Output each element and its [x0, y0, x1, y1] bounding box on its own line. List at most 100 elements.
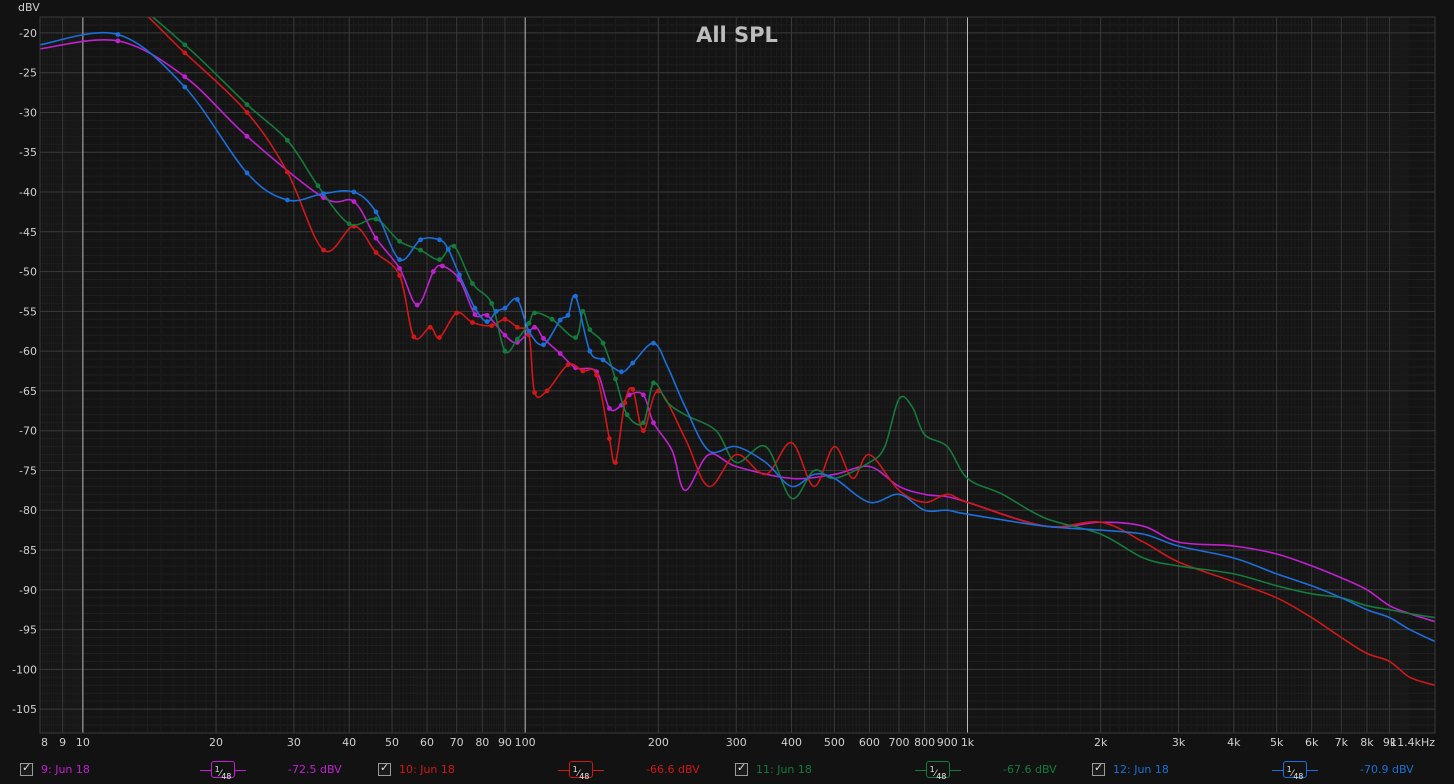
data-point: [321, 247, 326, 253]
data-point: [651, 420, 656, 426]
data-point: [651, 380, 656, 386]
smoothing-control[interactable]: 1⁄48: [1272, 761, 1318, 781]
data-point: [484, 319, 490, 325]
data-point: [613, 460, 618, 465]
x-tick-label: 200: [648, 736, 669, 749]
y-tick-label: -85: [19, 544, 37, 557]
legend-readout: -70.9 dBV: [1360, 763, 1414, 776]
x-tick-label: 5k: [1270, 736, 1284, 749]
legend-readout: -66.6 dBV: [646, 763, 700, 776]
data-point: [526, 328, 532, 334]
data-point: [541, 342, 546, 348]
data-point: [618, 369, 624, 375]
data-point: [502, 305, 508, 311]
x-tick-label: 9: [59, 736, 66, 749]
x-tick-label: 800: [914, 736, 935, 749]
x-tick-label: 6k: [1305, 736, 1319, 749]
data-point: [651, 340, 656, 346]
data-point: [630, 360, 636, 366]
y-tick-label: -55: [19, 305, 37, 318]
data-point: [472, 305, 478, 311]
x-tick-label: 900: [937, 736, 958, 749]
data-point: [182, 50, 188, 56]
legend-name: 12: Jun 18: [1113, 763, 1169, 776]
data-point: [456, 272, 462, 278]
visibility-checkbox[interactable]: [1092, 761, 1105, 776]
x-tick-label: 11.4kHz: [1390, 736, 1435, 749]
smoothing-control[interactable]: 1⁄48: [200, 761, 246, 781]
x-tick-label: 60: [420, 736, 434, 749]
data-point: [600, 340, 606, 346]
y-tick-label: -100: [12, 663, 37, 676]
legend-readout: -72.5 dBV: [288, 763, 342, 776]
smoothing-label: 1⁄48: [211, 761, 235, 781]
x-tick-label: 600: [859, 736, 880, 749]
data-point: [514, 336, 520, 342]
data-point: [437, 335, 442, 341]
data-point: [454, 310, 460, 316]
x-tick-label: 10: [76, 736, 90, 749]
y-tick-label: -50: [19, 266, 37, 279]
data-point: [397, 238, 402, 244]
data-point: [514, 297, 520, 302]
data-point: [541, 336, 546, 341]
data-point: [244, 170, 250, 176]
x-tick-label: 2k: [1094, 736, 1108, 749]
x-tick-label: 1k: [961, 736, 975, 749]
data-point: [182, 84, 188, 90]
data-point: [437, 237, 442, 243]
data-point: [115, 32, 121, 37]
data-point: [182, 74, 188, 80]
x-tick-label: 40: [342, 736, 356, 749]
x-tick-label: 700: [888, 736, 909, 749]
y-tick-label: -30: [19, 106, 37, 119]
data-point: [573, 293, 578, 299]
data-point: [630, 386, 636, 392]
x-tick-label: 8k: [1360, 736, 1374, 749]
data-point: [502, 332, 508, 338]
y-tick-label: -20: [19, 27, 37, 40]
data-point: [470, 320, 475, 325]
data-point: [624, 412, 630, 418]
visibility-checkbox[interactable]: [735, 761, 748, 776]
data-point: [346, 221, 352, 227]
data-point: [437, 257, 442, 263]
data-point: [472, 312, 478, 317]
legend-item: 10: Jun 18 1⁄48 -66.6 dBV: [378, 761, 728, 781]
data-point: [397, 265, 402, 271]
smoothing-control[interactable]: 1⁄48: [915, 761, 961, 781]
smoothing-control[interactable]: 1⁄48: [558, 761, 604, 781]
data-point: [640, 392, 646, 398]
y-tick-label: -25: [19, 67, 37, 80]
x-tick-label: 20: [209, 736, 223, 749]
data-point: [544, 388, 550, 394]
data-point: [600, 357, 606, 363]
data-point: [532, 324, 537, 330]
data-point: [640, 420, 646, 426]
y-tick-label: -60: [19, 345, 37, 358]
legend-item: 12: Jun 18 1⁄48 -70.9 dBV: [1092, 761, 1442, 781]
data-point: [321, 191, 326, 197]
y-axis-label: dBV: [18, 1, 40, 14]
visibility-checkbox[interactable]: [378, 761, 391, 776]
legend-name: 11: Jun 18: [756, 763, 812, 776]
data-point: [565, 312, 571, 318]
data-point: [373, 209, 379, 215]
data-point: [284, 169, 290, 175]
data-point: [244, 110, 250, 115]
data-point: [493, 308, 499, 314]
legend-readout: -67.6 dBV: [1003, 763, 1057, 776]
x-tick-label: 7k: [1335, 736, 1349, 749]
data-point: [580, 368, 586, 374]
data-point: [606, 436, 612, 442]
data-point: [427, 324, 433, 330]
data-point: [451, 243, 457, 249]
visibility-checkbox[interactable]: [20, 761, 33, 776]
data-point: [411, 334, 417, 340]
data-point: [640, 428, 646, 434]
chart-title: All SPL: [696, 23, 778, 47]
x-tick-label: 8: [41, 736, 48, 749]
data-point: [315, 183, 321, 189]
data-point: [397, 273, 402, 278]
data-point: [606, 406, 612, 411]
